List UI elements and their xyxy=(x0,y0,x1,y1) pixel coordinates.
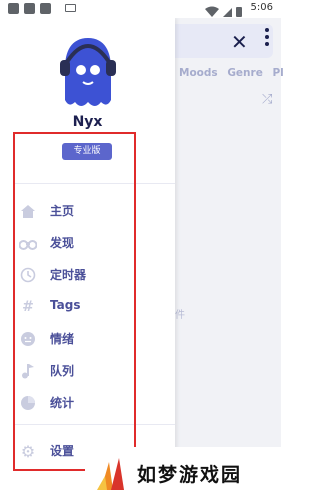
battery-icon xyxy=(236,7,242,17)
status-icons xyxy=(203,3,243,22)
status-bar: 5:06 xyxy=(0,0,281,18)
tab-genre[interactable]: Genre xyxy=(227,67,263,79)
category-tabs: Moods Genre Pl xyxy=(179,67,290,79)
tab-moods[interactable]: Moods xyxy=(179,67,218,79)
highlight-box xyxy=(13,132,136,471)
more-icon[interactable] xyxy=(265,28,269,49)
notification-icon xyxy=(24,3,35,14)
tab-playlists[interactable]: Pl xyxy=(272,67,283,79)
app-logo-ghost xyxy=(60,38,116,106)
keyboard-icon xyxy=(65,4,76,12)
status-time: 5:06 xyxy=(250,2,273,13)
notification-icon xyxy=(8,3,19,14)
background-text: 件 xyxy=(175,310,185,321)
shuffle-icon[interactable]: ⤮ xyxy=(262,92,272,107)
signal-icon xyxy=(223,8,232,17)
search-bar[interactable]: ✕ xyxy=(175,24,273,58)
close-icon[interactable]: ✕ xyxy=(231,30,248,54)
app-name: Nyx xyxy=(72,114,103,130)
watermark-logo xyxy=(97,458,124,490)
notification-icon xyxy=(40,3,51,14)
wifi-icon xyxy=(205,6,219,17)
background-screen: ✕ Moods Genre Pl ⤮ 件 xyxy=(175,18,284,500)
watermark: 如梦游戏园 xyxy=(85,447,281,500)
watermark-text: 如梦游戏园 xyxy=(137,464,243,486)
